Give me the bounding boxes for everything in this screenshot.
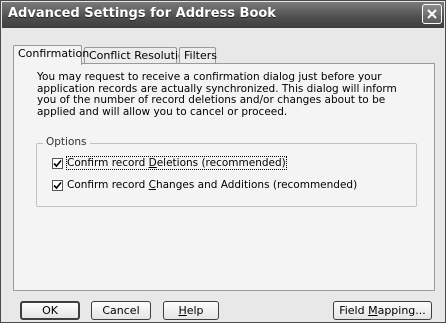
- field-mapping-button-label: Field Mapping...: [339, 304, 426, 317]
- dialog-window: Advanced Settings for Address Book Confi…: [0, 0, 446, 323]
- tab-confirmation[interactable]: Confirmation: [13, 45, 89, 65]
- checkmark-icon: [53, 181, 62, 189]
- close-button[interactable]: [422, 4, 442, 24]
- confirm-changes-row[interactable]: Confirm record Changes and Additions (re…: [52, 178, 357, 192]
- window-title: Advanced Settings for Address Book: [8, 6, 276, 21]
- tab-conflict-resolution[interactable]: Conflict Resolution: [84, 47, 192, 64]
- tab-panel-confirmation: You may request to receive a confirmatio…: [13, 63, 435, 291]
- title-bar[interactable]: Advanced Settings for Address Book: [2, 2, 444, 28]
- options-legend: Options: [43, 136, 90, 148]
- confirm-changes-checkbox[interactable]: [52, 179, 63, 191]
- help-button-label: Help: [178, 304, 204, 317]
- ok-button[interactable]: OK: [20, 301, 80, 320]
- close-icon: [427, 9, 437, 19]
- confirm-deletions-row[interactable]: Confirm record Deletions (recommended): [52, 156, 287, 170]
- confirmation-description: You may request to receive a confirmatio…: [37, 71, 397, 118]
- tab-label: Confirmation: [18, 47, 90, 60]
- help-button[interactable]: Help: [163, 301, 219, 320]
- confirm-deletions-checkbox[interactable]: [52, 157, 63, 169]
- ok-button-label: OK: [42, 304, 58, 317]
- confirm-deletions-label[interactable]: Confirm record Deletions (recommended): [66, 156, 287, 170]
- tab-label: Conflict Resolution: [89, 49, 192, 62]
- confirm-changes-label[interactable]: Confirm record Changes and Additions (re…: [67, 179, 357, 191]
- checkmark-icon: [53, 159, 62, 167]
- tab-label: Filters: [184, 49, 217, 62]
- cancel-button-label: Cancel: [102, 304, 140, 317]
- cancel-button[interactable]: Cancel: [91, 301, 151, 320]
- tab-filters[interactable]: Filters: [179, 47, 217, 64]
- options-group: Options Confirm record Deletions (recomm…: [36, 136, 417, 207]
- field-mapping-button[interactable]: Field Mapping...: [333, 301, 432, 320]
